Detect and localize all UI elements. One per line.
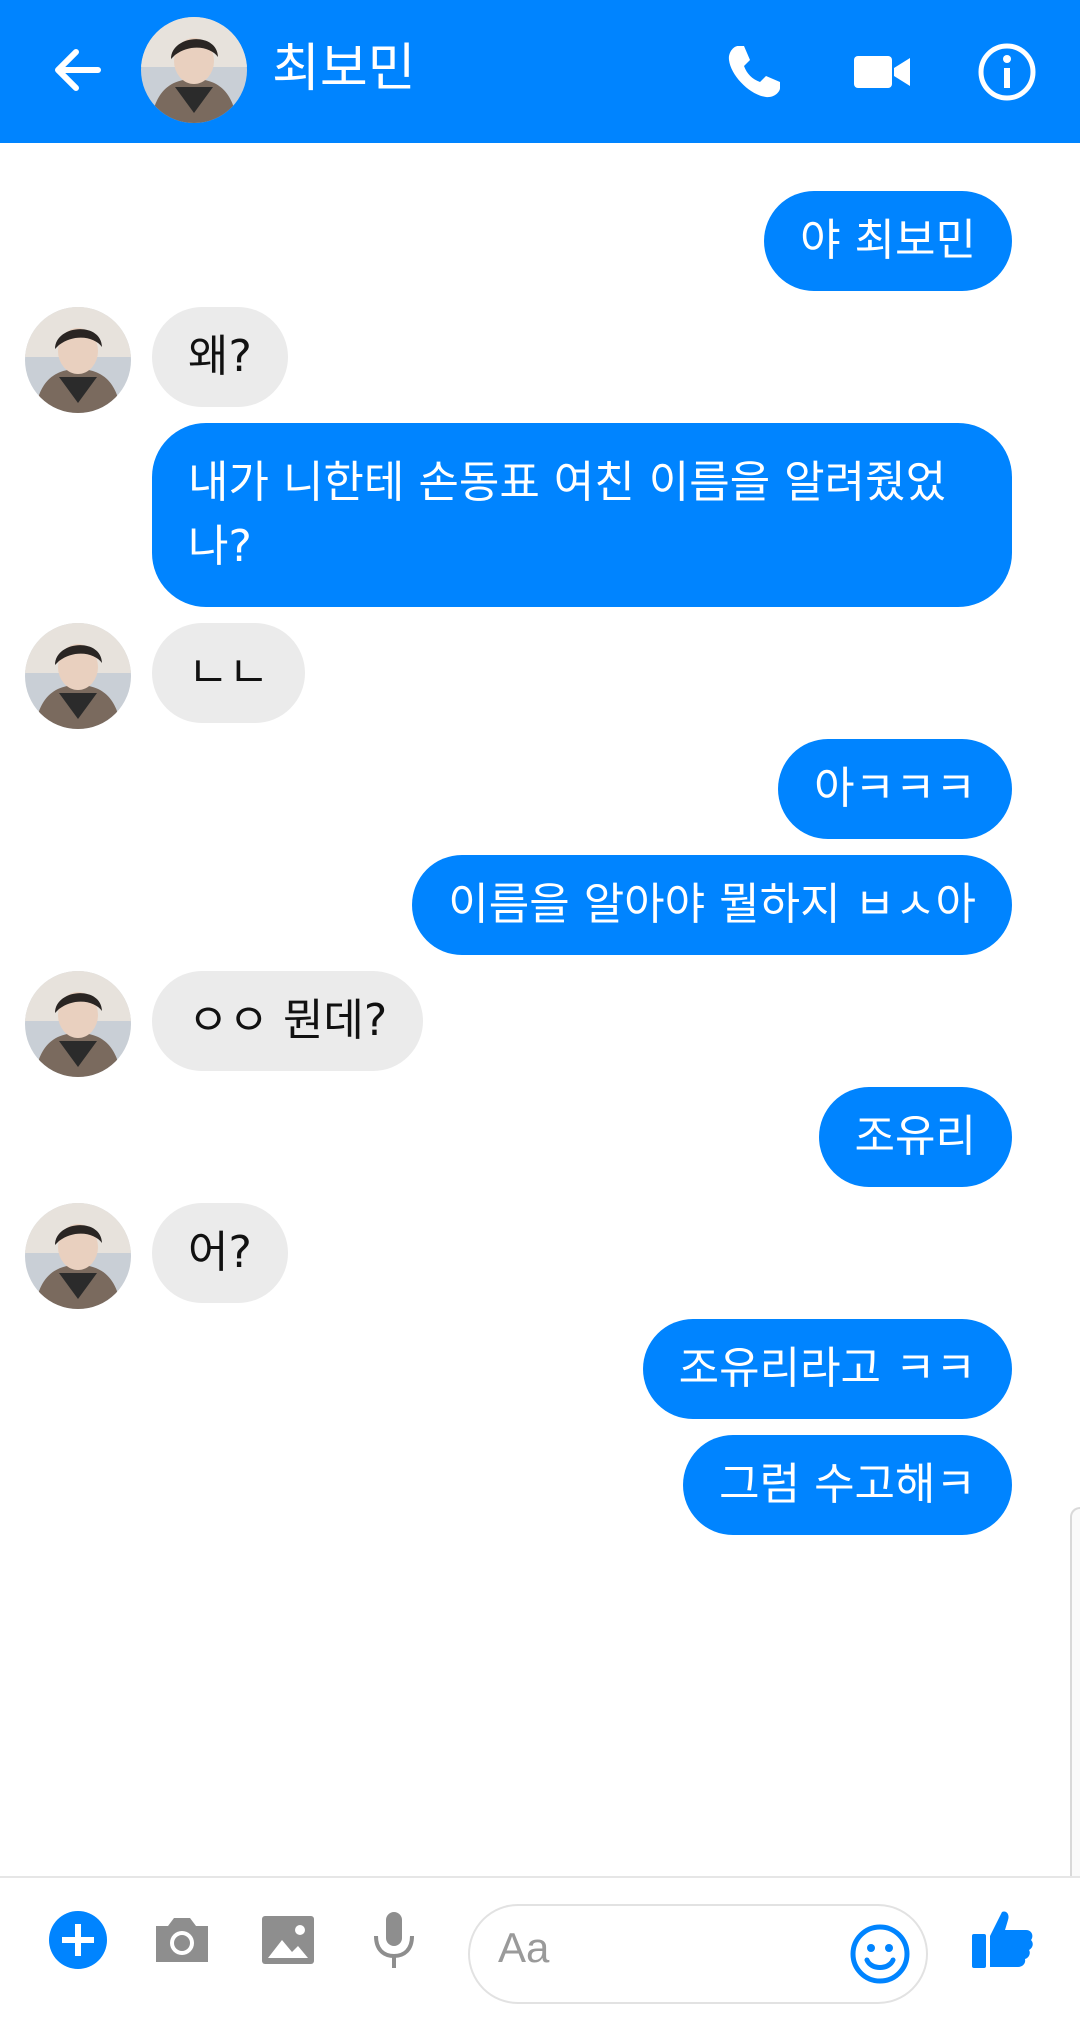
- info-button[interactable]: [975, 40, 1039, 104]
- outgoing-message[interactable]: 야 최보민: [764, 191, 1012, 291]
- call-button[interactable]: [722, 40, 786, 104]
- voice-button[interactable]: [362, 1908, 426, 1972]
- incoming-message[interactable]: ㅇㅇ 뭔데?: [152, 971, 424, 1071]
- video-camera-icon: [854, 56, 910, 88]
- like-button[interactable]: [968, 1904, 1038, 1974]
- outgoing-message[interactable]: 그럼 수고해ㅋ: [683, 1435, 1012, 1535]
- incoming-message[interactable]: ㄴㄴ: [152, 623, 305, 723]
- video-call-button[interactable]: [850, 40, 914, 104]
- plus-icon: [49, 1911, 107, 1969]
- contact-name: 최보민: [272, 39, 416, 99]
- back-button[interactable]: [50, 40, 110, 100]
- outgoing-message[interactable]: 내가 니한테 손동표 여친 이름을 알려줬었나?: [152, 423, 1012, 607]
- microphone-icon: [374, 1912, 414, 1968]
- scrollbar[interactable]: [1070, 1507, 1080, 1937]
- message-input-placeholder: Aa: [498, 1924, 550, 1971]
- contact-avatar[interactable]: [25, 623, 131, 729]
- chat-header: 최보민: [0, 0, 1080, 143]
- info-icon: [978, 43, 1036, 101]
- phone-icon: [728, 46, 780, 98]
- more-actions-button[interactable]: [46, 1908, 110, 1972]
- outgoing-message[interactable]: 조유리라고 ㅋㅋ: [642, 1319, 1012, 1419]
- contact-avatar[interactable]: [141, 17, 247, 123]
- outgoing-message[interactable]: 조유리: [818, 1087, 1012, 1187]
- incoming-message[interactable]: 왜?: [152, 307, 288, 407]
- contact-avatar[interactable]: [25, 971, 131, 1077]
- emoji-icon: [850, 1924, 910, 1984]
- image-icon: [262, 1916, 314, 1964]
- outgoing-message[interactable]: 아ㅋㅋㅋ: [778, 739, 1012, 839]
- emoji-button[interactable]: [848, 1922, 912, 1986]
- outgoing-message[interactable]: 이름을 알아야 뭘하지 ㅂㅅ아: [412, 855, 1012, 955]
- camera-icon: [156, 1918, 208, 1962]
- incoming-message[interactable]: 어?: [152, 1203, 288, 1303]
- contact-avatar[interactable]: [25, 1203, 131, 1309]
- message-thread: 야 최보민 왜? 내가 니한테 손동표 여친 이름을 알려줬었나? ㄴㄴ 아ㅋㅋ…: [0, 143, 1080, 1878]
- camera-button[interactable]: [150, 1908, 214, 1972]
- contact-avatar[interactable]: [25, 307, 131, 413]
- arrow-left-icon: [55, 49, 101, 91]
- gallery-button[interactable]: [256, 1908, 320, 1972]
- thumbs-up-icon: [972, 1911, 1033, 1968]
- message-input[interactable]: Aa: [468, 1904, 928, 2004]
- message-composer: Aa: [0, 1876, 1080, 2019]
